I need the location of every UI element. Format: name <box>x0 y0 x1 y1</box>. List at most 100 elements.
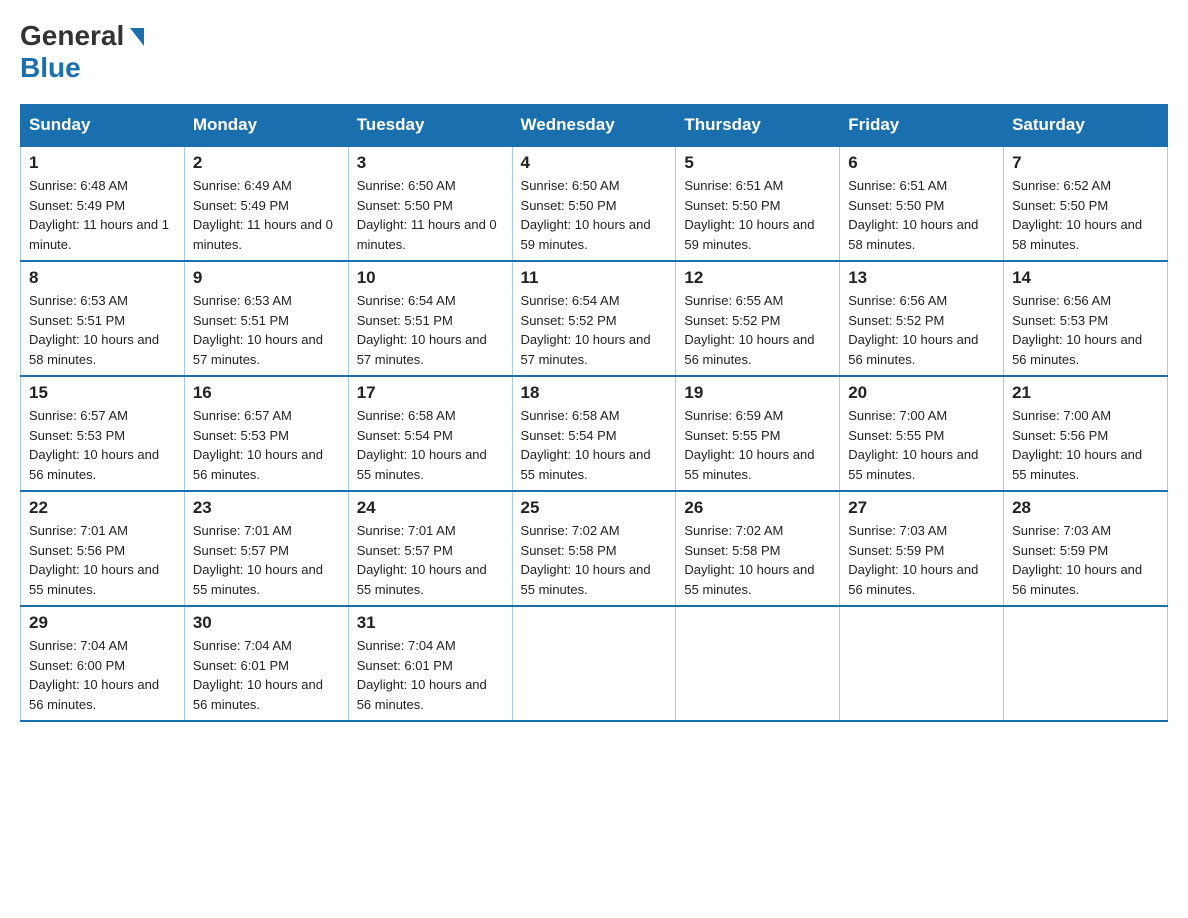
day-number: 27 <box>848 498 995 518</box>
calendar-cell: 21 Sunrise: 7:00 AMSunset: 5:56 PMDayligh… <box>1004 376 1168 491</box>
calendar-cell: 7 Sunrise: 6:52 AMSunset: 5:50 PMDaylight… <box>1004 146 1168 261</box>
day-number: 18 <box>521 383 668 403</box>
day-info: Sunrise: 6:59 AMSunset: 5:55 PMDaylight:… <box>684 406 831 484</box>
day-info: Sunrise: 7:00 AMSunset: 5:56 PMDaylight:… <box>1012 406 1159 484</box>
calendar-cell: 6 Sunrise: 6:51 AMSunset: 5:50 PMDaylight… <box>840 146 1004 261</box>
day-info: Sunrise: 7:02 AMSunset: 5:58 PMDaylight:… <box>684 521 831 599</box>
week-row-3: 15 Sunrise: 6:57 AMSunset: 5:53 PMDayligh… <box>21 376 1168 491</box>
day-number: 14 <box>1012 268 1159 288</box>
day-number: 20 <box>848 383 995 403</box>
calendar-cell: 27 Sunrise: 7:03 AMSunset: 5:59 PMDayligh… <box>840 491 1004 606</box>
day-info: Sunrise: 7:04 AMSunset: 6:01 PMDaylight:… <box>193 636 340 714</box>
week-row-2: 8 Sunrise: 6:53 AMSunset: 5:51 PMDaylight… <box>21 261 1168 376</box>
calendar-cell: 18 Sunrise: 6:58 AMSunset: 5:54 PMDayligh… <box>512 376 676 491</box>
calendar-header-row: SundayMondayTuesdayWednesdayThursdayFrid… <box>21 105 1168 147</box>
header-monday: Monday <box>184 105 348 147</box>
day-info: Sunrise: 7:00 AMSunset: 5:55 PMDaylight:… <box>848 406 995 484</box>
day-number: 21 <box>1012 383 1159 403</box>
calendar-cell: 17 Sunrise: 6:58 AMSunset: 5:54 PMDayligh… <box>348 376 512 491</box>
day-info: Sunrise: 6:58 AMSunset: 5:54 PMDaylight:… <box>357 406 504 484</box>
logo-general-text: General <box>20 20 124 52</box>
calendar-cell: 16Sunrise: 6:57 AMSunset: 5:53 PMDayligh… <box>184 376 348 491</box>
day-info: Sunrise: 7:03 AMSunset: 5:59 PMDaylight:… <box>848 521 995 599</box>
calendar-cell: 15 Sunrise: 6:57 AMSunset: 5:53 PMDayligh… <box>21 376 185 491</box>
header-saturday: Saturday <box>1004 105 1168 147</box>
day-number: 9 <box>193 268 340 288</box>
day-info: Sunrise: 6:54 AMSunset: 5:51 PMDaylight:… <box>357 291 504 369</box>
day-info: Sunrise: 6:58 AMSunset: 5:54 PMDaylight:… <box>521 406 668 484</box>
day-number: 22 <box>29 498 176 518</box>
day-number: 6 <box>848 153 995 173</box>
day-number: 10 <box>357 268 504 288</box>
day-info: Sunrise: 6:48 AMSunset: 5:49 PMDaylight:… <box>29 176 176 254</box>
day-info: Sunrise: 6:51 AMSunset: 5:50 PMDaylight:… <box>684 176 831 254</box>
day-number: 23 <box>193 498 340 518</box>
week-row-5: 29Sunrise: 7:04 AMSunset: 6:00 PMDayligh… <box>21 606 1168 721</box>
calendar-cell: 11Sunrise: 6:54 AMSunset: 5:52 PMDayligh… <box>512 261 676 376</box>
day-number: 3 <box>357 153 504 173</box>
day-number: 8 <box>29 268 176 288</box>
calendar-cell <box>512 606 676 721</box>
day-number: 1 <box>29 153 176 173</box>
calendar-cell: 2Sunrise: 6:49 AMSunset: 5:49 PMDaylight… <box>184 146 348 261</box>
calendar-cell: 5Sunrise: 6:51 AMSunset: 5:50 PMDaylight… <box>676 146 840 261</box>
calendar-cell: 20 Sunrise: 7:00 AMSunset: 5:55 PMDayligh… <box>840 376 1004 491</box>
calendar-cell: 10 Sunrise: 6:54 AMSunset: 5:51 PMDayligh… <box>348 261 512 376</box>
calendar-table: SundayMondayTuesdayWednesdayThursdayFrid… <box>20 104 1168 722</box>
day-number: 26 <box>684 498 831 518</box>
day-number: 17 <box>357 383 504 403</box>
day-info: Sunrise: 6:50 AMSunset: 5:50 PMDaylight:… <box>521 176 668 254</box>
day-number: 30 <box>193 613 340 633</box>
day-number: 13 <box>848 268 995 288</box>
header-thursday: Thursday <box>676 105 840 147</box>
day-info: Sunrise: 7:04 AMSunset: 6:00 PMDaylight:… <box>29 636 176 714</box>
day-info: Sunrise: 6:53 AMSunset: 5:51 PMDaylight:… <box>193 291 340 369</box>
logo-arrow-icon <box>130 28 144 46</box>
day-info: Sunrise: 7:01 AMSunset: 5:56 PMDaylight:… <box>29 521 176 599</box>
logo: General Blue <box>20 20 144 84</box>
header-friday: Friday <box>840 105 1004 147</box>
calendar-cell: 8 Sunrise: 6:53 AMSunset: 5:51 PMDaylight… <box>21 261 185 376</box>
day-number: 19 <box>684 383 831 403</box>
day-info: Sunrise: 7:02 AMSunset: 5:58 PMDaylight:… <box>521 521 668 599</box>
day-number: 31 <box>357 613 504 633</box>
header-tuesday: Tuesday <box>348 105 512 147</box>
calendar-cell: 25Sunrise: 7:02 AMSunset: 5:58 PMDayligh… <box>512 491 676 606</box>
week-row-4: 22 Sunrise: 7:01 AMSunset: 5:56 PMDayligh… <box>21 491 1168 606</box>
page-header: General Blue <box>20 20 1168 84</box>
day-info: Sunrise: 7:01 AMSunset: 5:57 PMDaylight:… <box>193 521 340 599</box>
day-info: Sunrise: 7:03 AMSunset: 5:59 PMDaylight:… <box>1012 521 1159 599</box>
calendar-cell: 28Sunrise: 7:03 AMSunset: 5:59 PMDayligh… <box>1004 491 1168 606</box>
logo-blue-text: Blue <box>20 52 81 84</box>
calendar-cell: 26 Sunrise: 7:02 AMSunset: 5:58 PMDayligh… <box>676 491 840 606</box>
calendar-cell <box>840 606 1004 721</box>
calendar-cell: 29Sunrise: 7:04 AMSunset: 6:00 PMDayligh… <box>21 606 185 721</box>
week-row-1: 1 Sunrise: 6:48 AMSunset: 5:49 PMDaylight… <box>21 146 1168 261</box>
calendar-cell: 23 Sunrise: 7:01 AMSunset: 5:57 PMDayligh… <box>184 491 348 606</box>
header-sunday: Sunday <box>21 105 185 147</box>
day-info: Sunrise: 6:49 AMSunset: 5:49 PMDaylight:… <box>193 176 340 254</box>
day-number: 16 <box>193 383 340 403</box>
calendar-cell: 19 Sunrise: 6:59 AMSunset: 5:55 PMDayligh… <box>676 376 840 491</box>
day-number: 15 <box>29 383 176 403</box>
day-info: Sunrise: 7:04 AMSunset: 6:01 PMDaylight:… <box>357 636 504 714</box>
day-number: 12 <box>684 268 831 288</box>
day-info: Sunrise: 6:51 AMSunset: 5:50 PMDaylight:… <box>848 176 995 254</box>
day-info: Sunrise: 6:55 AMSunset: 5:52 PMDaylight:… <box>684 291 831 369</box>
calendar-cell <box>1004 606 1168 721</box>
calendar-cell: 3 Sunrise: 6:50 AMSunset: 5:50 PMDaylight… <box>348 146 512 261</box>
header-wednesday: Wednesday <box>512 105 676 147</box>
day-info: Sunrise: 6:53 AMSunset: 5:51 PMDaylight:… <box>29 291 176 369</box>
day-number: 11 <box>521 268 668 288</box>
day-info: Sunrise: 6:57 AMSunset: 5:53 PMDaylight:… <box>29 406 176 484</box>
day-info: Sunrise: 7:01 AMSunset: 5:57 PMDaylight:… <box>357 521 504 599</box>
calendar-cell: 13Sunrise: 6:56 AMSunset: 5:52 PMDayligh… <box>840 261 1004 376</box>
day-info: Sunrise: 6:56 AMSunset: 5:53 PMDaylight:… <box>1012 291 1159 369</box>
calendar-cell: 1 Sunrise: 6:48 AMSunset: 5:49 PMDaylight… <box>21 146 185 261</box>
day-info: Sunrise: 6:52 AMSunset: 5:50 PMDaylight:… <box>1012 176 1159 254</box>
day-info: Sunrise: 6:50 AMSunset: 5:50 PMDaylight:… <box>357 176 504 254</box>
day-number: 7 <box>1012 153 1159 173</box>
calendar-cell: 22 Sunrise: 7:01 AMSunset: 5:56 PMDayligh… <box>21 491 185 606</box>
calendar-cell: 14 Sunrise: 6:56 AMSunset: 5:53 PMDayligh… <box>1004 261 1168 376</box>
day-number: 4 <box>521 153 668 173</box>
